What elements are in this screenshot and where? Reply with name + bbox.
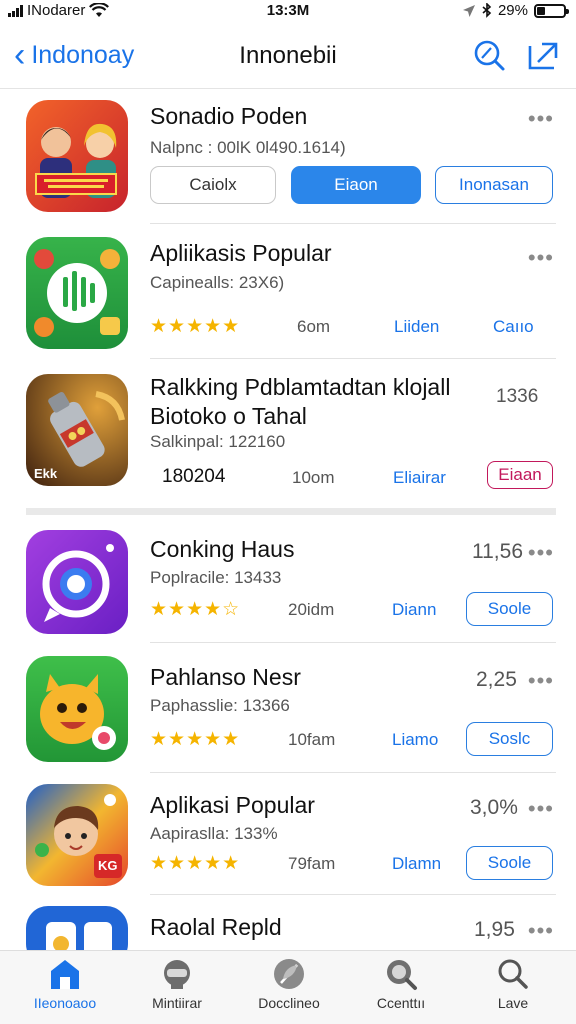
list-item[interactable]: Raolal Repld 1,95 •••	[0, 906, 576, 950]
rating-stars: ★★★★☆	[150, 599, 241, 620]
more-icon[interactable]: •••	[528, 245, 554, 271]
app-price: 1,95	[474, 918, 515, 941]
battery-percent: 29%	[497, 2, 528, 19]
get-button[interactable]: Soslc	[466, 722, 553, 756]
more-icon[interactable]: •••	[528, 106, 554, 132]
search-icon[interactable]	[472, 38, 506, 72]
app-number: 180204	[162, 466, 226, 487]
list-item[interactable]: Pahlanso Nesr Paphasslie: 13366 2,25 •••…	[0, 656, 576, 776]
app-name: Raolal Repld	[150, 914, 282, 940]
app-size: 6om	[297, 317, 331, 336]
get-button[interactable]: Soole	[466, 592, 553, 626]
app-subtitle: Salkinpal: 122160	[150, 432, 286, 451]
compose-icon[interactable]	[526, 38, 560, 72]
app-price: 11,56	[472, 540, 523, 563]
app-size: 10fam	[288, 730, 336, 749]
tab-bar: IIeonoaoo Mintiirar Docclineo Ccenttıı L…	[0, 950, 576, 1024]
location-icon	[462, 4, 475, 17]
tab-content[interactable]: Ccenttıı	[346, 957, 456, 1011]
app-icon-blue	[26, 906, 128, 950]
rating-stars: ★★★★★	[150, 853, 241, 874]
app-icon-chat	[26, 530, 128, 634]
rating-stars: ★★★★★	[150, 316, 241, 337]
tab-label: Mintiirar	[152, 995, 202, 1011]
app-icon-badge: Ekk	[34, 466, 58, 481]
app-size: 79fam	[288, 854, 336, 873]
list-item[interactable]: KG Aplikasi Popular Aapiraslla: 133% 3,0…	[0, 784, 576, 900]
app-icon-game: Ekk	[26, 374, 128, 486]
get-link[interactable]: Caııo	[493, 317, 534, 337]
app-subtitle: Nalpnc : 00lK 0l490.1614)	[150, 138, 346, 157]
leaf-icon	[274, 959, 304, 989]
app-icon-mascot	[26, 656, 128, 762]
app-size: 20idm	[288, 600, 335, 619]
app-icon-audio	[26, 237, 128, 349]
app-price: 3,0%	[470, 796, 518, 819]
app-subtitle: Paphasslie: 13366	[150, 696, 290, 715]
status-right: 29%	[462, 2, 569, 19]
tab-label: IIeonoaoo	[33, 995, 97, 1011]
more-icon[interactable]: •••	[528, 668, 554, 694]
tab-documents[interactable]: Docclineo	[234, 957, 344, 1011]
navigation-bar: ‹ Indonoay Innonebii	[0, 30, 576, 84]
nav-divider	[0, 88, 576, 89]
list-item[interactable]: Ekk Ralkking Pdblamtadtan klojall Biotok…	[0, 374, 576, 504]
app-icon-podcast	[26, 100, 128, 212]
tab-home[interactable]: IIeonoaoo	[10, 957, 120, 1011]
details-link[interactable]: Liiden	[394, 317, 439, 337]
app-name: Ralkking Pdblamtadtan klojall	[150, 374, 451, 400]
app-size: 10om	[292, 468, 335, 487]
more-icon[interactable]: •••	[528, 796, 554, 822]
nav-actions	[472, 38, 560, 72]
cancel-button[interactable]: Caiolx	[150, 166, 276, 204]
tab-label: Ccenttıı	[376, 995, 426, 1011]
tab-label: Lave	[497, 995, 529, 1011]
status-bar: INodarer 13:3M 29%	[0, 0, 576, 22]
more-icon[interactable]: •••	[528, 918, 554, 944]
app-subtitle: Poplracile: 13433	[150, 568, 282, 587]
app-subtitle: Aapiraslla: 133%	[150, 824, 278, 843]
details-link[interactable]: Dlamn	[392, 854, 441, 874]
get-button[interactable]: Soole	[466, 846, 553, 880]
row-divider	[150, 894, 556, 895]
app-name: Pahlanso Nesr	[150, 664, 301, 690]
app-icon-badge: KG	[98, 858, 118, 873]
tab-monitor[interactable]: Mintiirar	[122, 957, 232, 1011]
app-price: 2,25	[476, 668, 517, 691]
download-button[interactable]: Inonasan	[435, 166, 553, 204]
app-name: Conking Haus	[150, 536, 295, 562]
open-button[interactable]: Eiaon	[291, 166, 421, 204]
app-icon-character: KG	[26, 784, 128, 886]
list-item[interactable]: Sonadio Poden Nalpnc : 00lK 0l490.1614) …	[0, 100, 576, 224]
get-button[interactable]: Eiaan	[487, 461, 553, 489]
details-link[interactable]: Liamo	[392, 730, 438, 750]
rating-stars: ★★★★★	[150, 729, 241, 750]
row-divider	[150, 223, 556, 224]
app-name-line2: Biotoko o Tahal	[150, 403, 307, 429]
details-link[interactable]: Eliairar	[393, 468, 446, 488]
tab-search[interactable]: Lave	[458, 957, 568, 1011]
battery-icon	[534, 3, 569, 18]
list-item[interactable]: Conking Haus Poplracile: 13433 11,56 •••…	[0, 530, 576, 650]
store-icon	[51, 960, 79, 989]
app-subtitle: Capinealls: 23X6)	[150, 273, 285, 292]
app-price: 1336	[496, 386, 539, 407]
bluetooth-icon	[482, 3, 492, 18]
list-item[interactable]: Apliikasis Popular Capinealls: 23X6) •••…	[0, 237, 576, 361]
app-name: Aplikasi Popular	[150, 792, 315, 818]
search-icon	[498, 959, 528, 989]
app-name: Apliikasis Popular	[150, 240, 332, 266]
row-divider	[150, 772, 556, 773]
app-name: Sonadio Poden	[150, 103, 308, 129]
details-link[interactable]: Diann	[392, 600, 436, 620]
row-divider	[150, 358, 556, 359]
row-divider	[150, 642, 556, 643]
magnifier-icon	[387, 960, 417, 990]
robot-icon	[164, 960, 190, 989]
section-separator	[26, 508, 556, 515]
more-icon[interactable]: •••	[528, 540, 554, 566]
tab-label: Docclineo	[258, 995, 320, 1011]
